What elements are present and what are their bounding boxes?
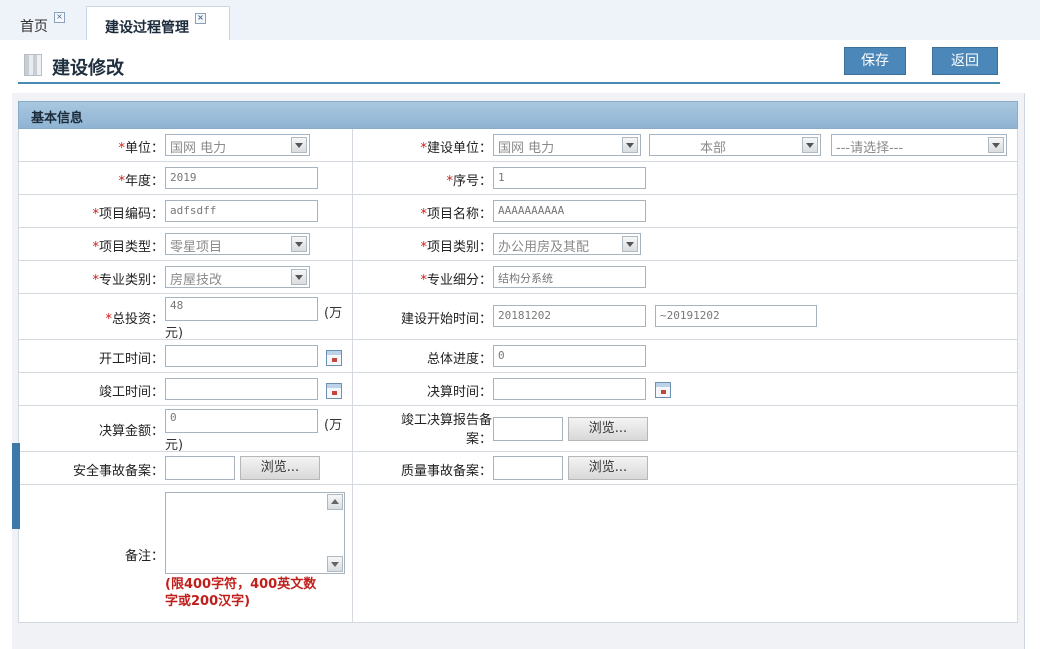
browse-button[interactable]: 浏览... bbox=[240, 456, 320, 480]
form-row: *专业类别： 房屋技改 *专业细分： 结构分系统 bbox=[18, 261, 1018, 294]
back-button[interactable]: 返回 bbox=[932, 47, 998, 75]
build-unit-select-3[interactable]: ---请选择--- bbox=[831, 134, 1007, 156]
settle-amount-unit: (万 bbox=[324, 418, 343, 433]
project-type-label: *项目类型： bbox=[92, 240, 164, 255]
quality-record-label: 质量事故备案： bbox=[400, 464, 492, 479]
tab-construction-label: 建设过程管理 bbox=[105, 20, 189, 36]
major-detail-input[interactable]: 结构分系统 bbox=[493, 266, 646, 288]
browse-button[interactable]: 浏览... bbox=[568, 417, 648, 441]
project-code-input[interactable]: adfsdff bbox=[165, 200, 318, 222]
chevron-down-icon bbox=[988, 137, 1004, 153]
calendar-icon[interactable] bbox=[326, 350, 342, 366]
safety-record-file[interactable] bbox=[165, 456, 235, 480]
major-category-label: *专业类别： bbox=[92, 273, 164, 288]
tab-home-label: 首页 bbox=[20, 19, 48, 35]
complete-report-file[interactable] bbox=[493, 417, 563, 441]
settle-amount-label: 决算金额： bbox=[98, 424, 164, 439]
close-icon[interactable]: × bbox=[54, 12, 65, 23]
build-unit-label: *建设单位： bbox=[420, 141, 492, 156]
tab-home[interactable]: 首页 × bbox=[6, 6, 78, 40]
project-code-label: *项目编码： bbox=[92, 207, 164, 222]
close-icon[interactable]: × bbox=[195, 13, 206, 24]
remark-hint: (限400字符，400英文数 bbox=[165, 577, 317, 592]
section-title: 基本信息 bbox=[31, 111, 84, 126]
build-start-from[interactable]: 20181202 bbox=[493, 305, 646, 327]
year-input[interactable]: 2019 bbox=[165, 167, 318, 189]
calendar-icon[interactable] bbox=[326, 383, 342, 399]
settle-time-label: 决算时间： bbox=[426, 385, 492, 400]
complete-time-label: 竣工时间： bbox=[98, 385, 164, 400]
seq-label: *序号： bbox=[446, 174, 492, 189]
start-time-input[interactable] bbox=[165, 345, 318, 367]
form-row: *年度： 2019 *序号： 1 bbox=[18, 162, 1018, 195]
tab-construction-process[interactable]: 建设过程管理 × bbox=[86, 6, 230, 40]
remark-label: 备注： bbox=[124, 549, 164, 564]
remark-hint-2: 字或200汉字) bbox=[165, 594, 251, 609]
form-row: 决算金额： 0 (万 元) 竣工决算报告备 案： 浏览... bbox=[18, 406, 1018, 453]
complete-report-label-2: 案： bbox=[465, 432, 492, 447]
start-time-label: 开工时间： bbox=[98, 352, 164, 367]
build-start-label: 建设开始时间： bbox=[400, 312, 492, 327]
complete-report-label: 竣工决算报告备 bbox=[400, 413, 492, 428]
tab-bar: 首页 × 建设过程管理 × bbox=[0, 0, 1040, 40]
scroll-up-icon[interactable] bbox=[327, 494, 343, 510]
chevron-down-icon bbox=[622, 236, 638, 252]
total-invest-input[interactable]: 48 bbox=[165, 297, 318, 321]
remark-textarea[interactable] bbox=[165, 492, 345, 574]
total-invest-label: *总投资： bbox=[105, 312, 164, 327]
build-unit-select-1[interactable]: 国网 电力 bbox=[493, 134, 641, 156]
form-row: *总投资： 48 (万 元) 建设开始时间： 20181202 ~2019120… bbox=[18, 294, 1018, 341]
chevron-down-icon bbox=[291, 269, 307, 285]
project-type-select[interactable]: 零星项目 bbox=[165, 233, 310, 255]
form-row: 安全事故备案： 浏览... 质量事故备案： 浏览... bbox=[18, 452, 1018, 485]
form-row: 竣工时间： 决算时间： bbox=[18, 373, 1018, 406]
unit-select[interactable]: 国网 电力 bbox=[165, 134, 310, 156]
scroll-down-icon[interactable] bbox=[327, 556, 343, 572]
settle-amount-input[interactable]: 0 bbox=[165, 409, 318, 433]
quality-record-file[interactable] bbox=[493, 456, 563, 480]
chevron-down-icon bbox=[291, 137, 307, 153]
sidebar-toggle[interactable] bbox=[12, 443, 20, 529]
settle-amount-unit-2: 元) bbox=[165, 438, 184, 453]
safety-record-label: 安全事故备案： bbox=[72, 464, 164, 479]
complete-time-input[interactable] bbox=[165, 378, 318, 400]
save-button[interactable]: 保存 bbox=[844, 47, 906, 75]
page-title-icon bbox=[24, 54, 42, 76]
chevron-down-icon bbox=[622, 137, 638, 153]
major-category-select[interactable]: 房屋技改 bbox=[165, 266, 310, 288]
unit-label: *单位： bbox=[118, 141, 164, 156]
calendar-icon[interactable] bbox=[655, 382, 671, 398]
project-category-label: *项目类别： bbox=[420, 240, 492, 255]
form-row: 开工时间： 总体进度： 0 bbox=[18, 340, 1018, 373]
overall-progress-label: 总体进度： bbox=[426, 352, 492, 367]
page-header: 建设修改 保存 返回 bbox=[18, 47, 1000, 84]
seq-input[interactable]: 1 bbox=[493, 167, 646, 189]
project-name-input[interactable]: AAAAAAAAAA bbox=[493, 200, 646, 222]
form-frame: 基本信息 *单位： 国网 电力 *建设单位： 国网 电力 本部 ---请选择--… bbox=[12, 93, 1025, 649]
total-invest-unit-2: 元) bbox=[165, 326, 184, 341]
settle-time-input[interactable] bbox=[493, 378, 646, 400]
year-label: *年度： bbox=[118, 174, 164, 189]
overall-progress-input[interactable]: 0 bbox=[493, 345, 646, 367]
project-category-select[interactable]: 办公用房及其配 bbox=[493, 233, 641, 255]
form-row: *项目类型： 零星项目 *项目类别： 办公用房及其配 bbox=[18, 228, 1018, 261]
browse-button[interactable]: 浏览... bbox=[568, 456, 648, 480]
build-start-to[interactable]: ~20191202 bbox=[655, 305, 817, 327]
build-unit-select-2[interactable]: 本部 bbox=[649, 134, 821, 156]
chevron-down-icon bbox=[802, 137, 818, 153]
page-title: 建设修改 bbox=[52, 58, 124, 79]
form-row: *项目编码： adfsdff *项目名称： AAAAAAAAAA bbox=[18, 195, 1018, 228]
project-name-label: *项目名称： bbox=[420, 207, 492, 222]
form-row: 备注： (限400字符，400英文数 字或200汉字) bbox=[18, 485, 1018, 623]
major-detail-label: *专业细分： bbox=[420, 273, 492, 288]
chevron-down-icon bbox=[291, 236, 307, 252]
form-row: *单位： 国网 电力 *建设单位： 国网 电力 本部 ---请选择--- bbox=[18, 129, 1018, 162]
section-header: 基本信息 bbox=[18, 101, 1018, 129]
total-invest-unit: (万 bbox=[324, 306, 343, 321]
